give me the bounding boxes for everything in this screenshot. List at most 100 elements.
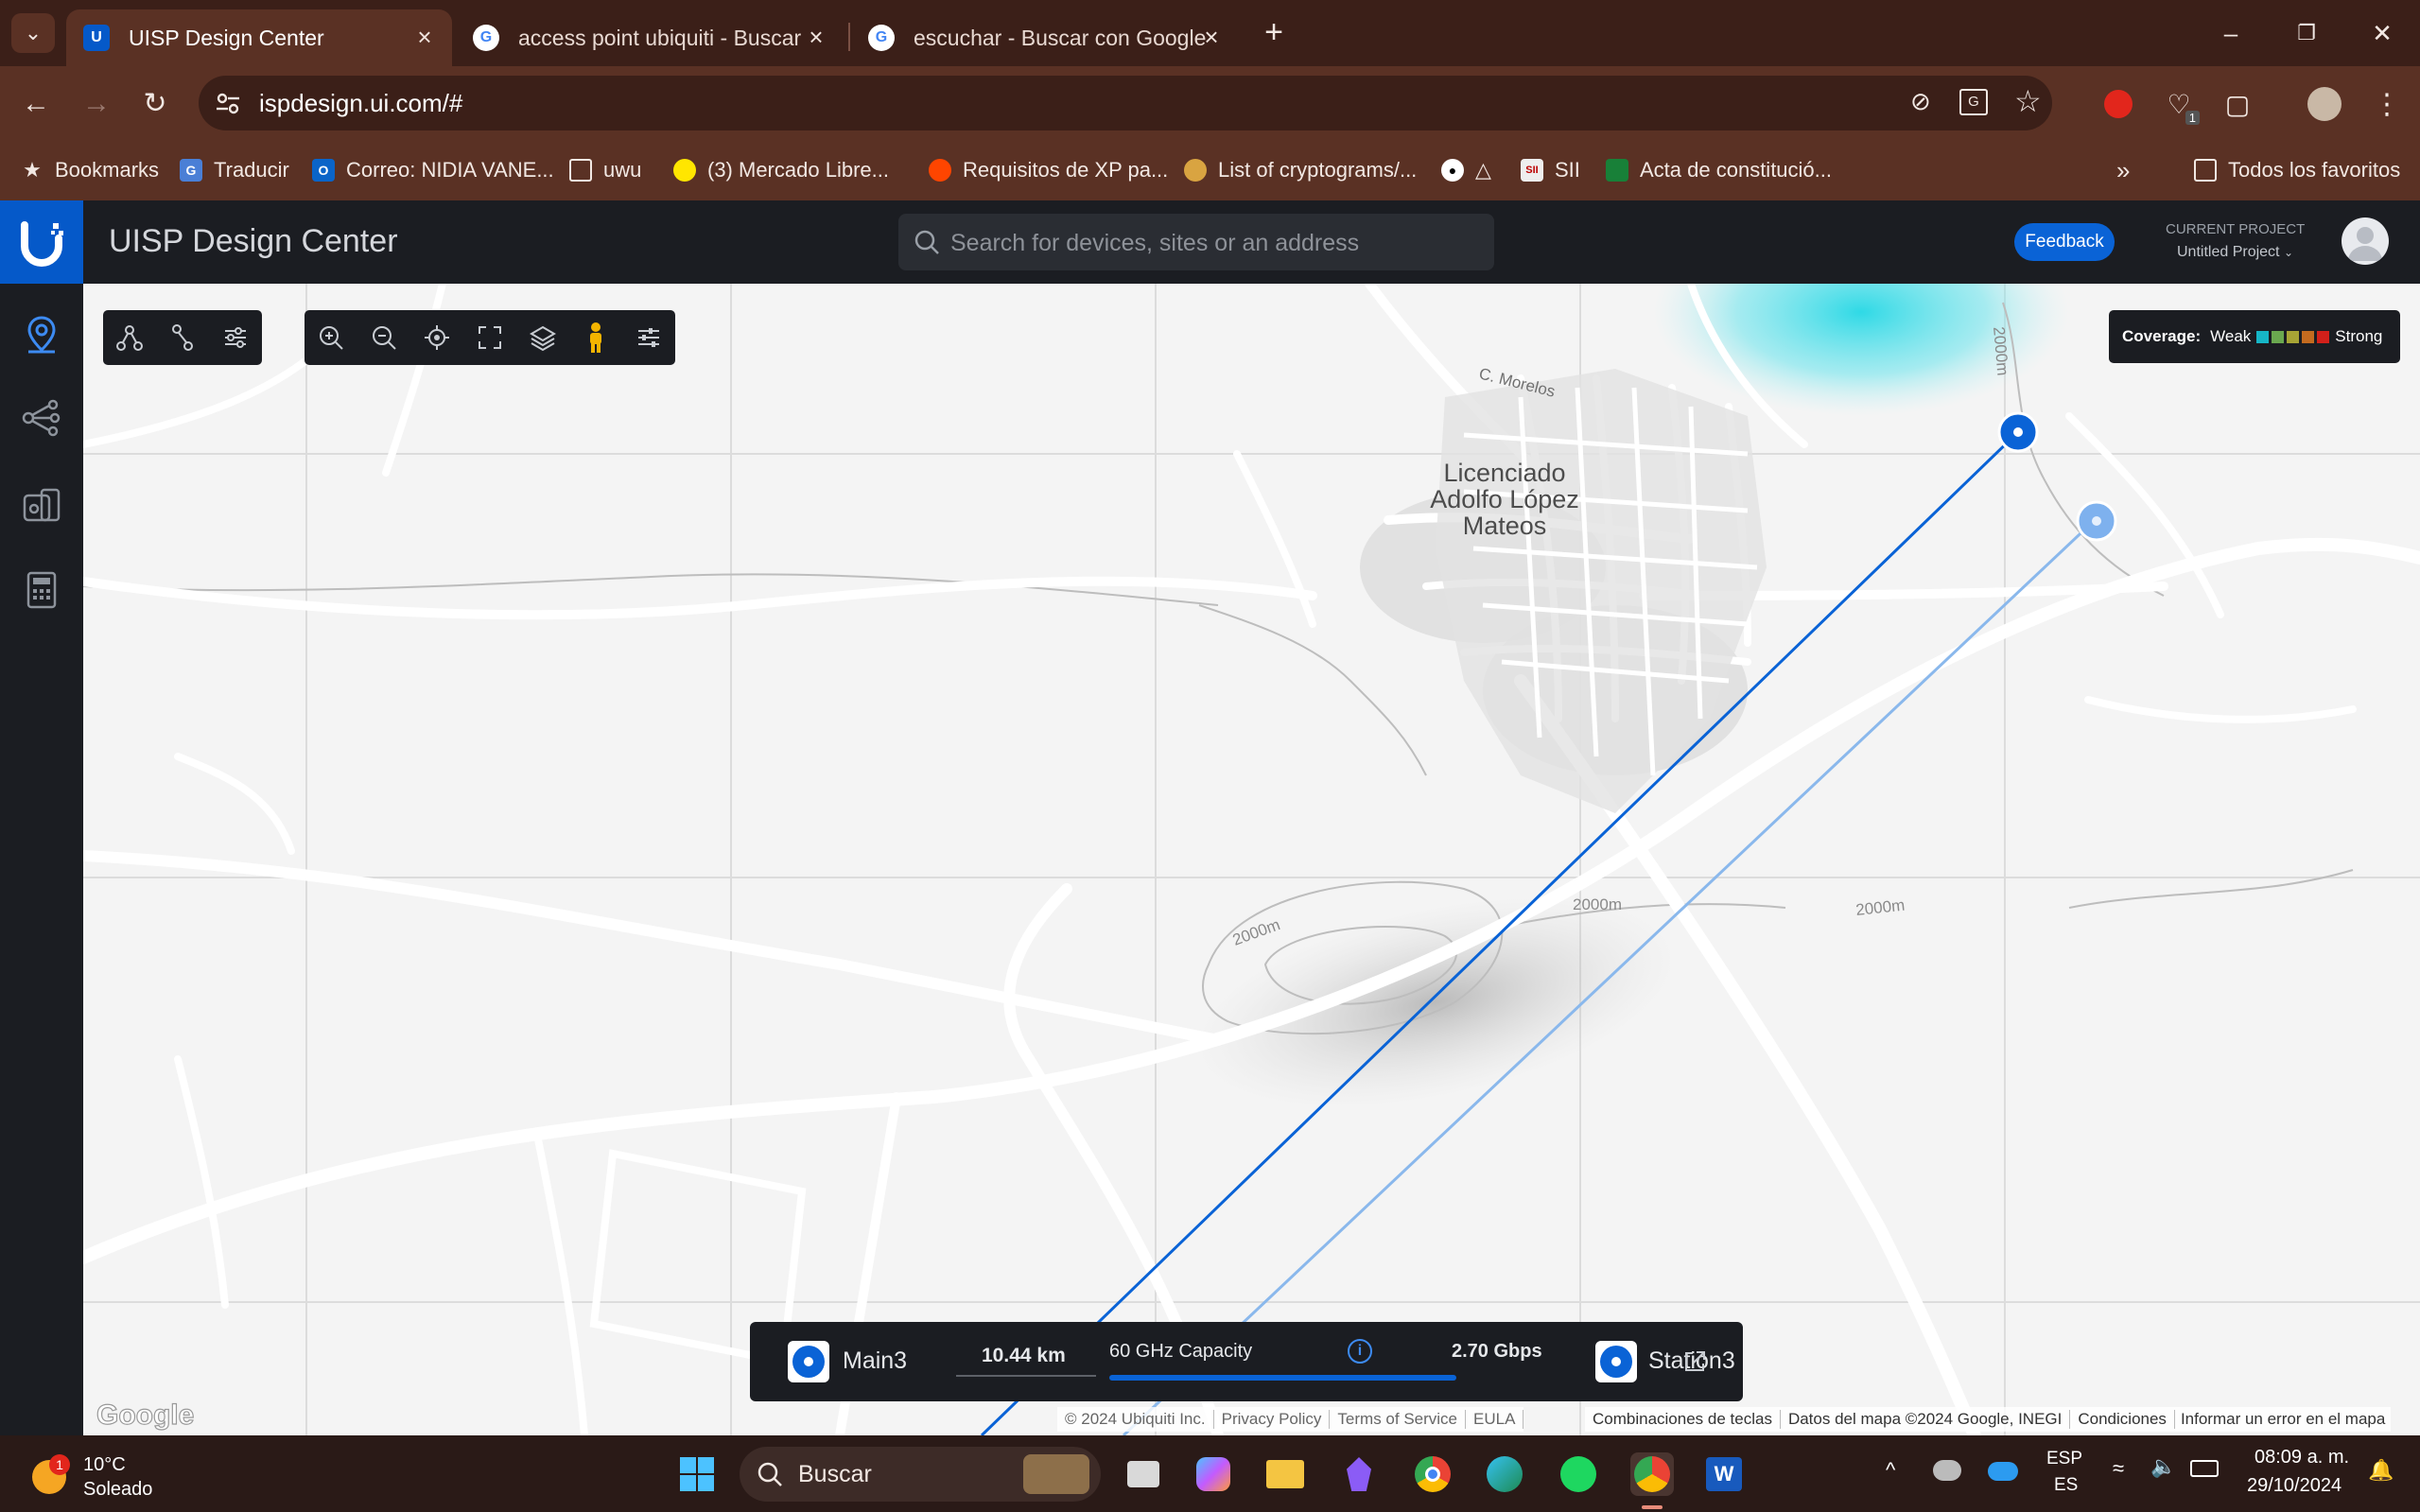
bookmark-item[interactable]: uwu xyxy=(569,151,641,189)
user-avatar[interactable] xyxy=(2342,217,2389,265)
network-tool[interactable] xyxy=(103,310,156,365)
site-info-icon[interactable] xyxy=(214,89,242,117)
bookmark-item[interactable]: G Traducir xyxy=(180,151,289,189)
more-bookmarks-icon[interactable]: » xyxy=(2116,151,2130,189)
wifi-icon[interactable]: ≈ xyxy=(2113,1456,2124,1481)
chrome-icon[interactable] xyxy=(1411,1452,1454,1496)
sii-icon: SII xyxy=(1521,159,1543,182)
eula-link[interactable]: EULA xyxy=(1466,1410,1524,1429)
bookmark-item[interactable]: (3) Mercado Libre... xyxy=(673,151,889,189)
chrome-profile-icon[interactable] xyxy=(1630,1452,1674,1496)
address-bar[interactable]: ispdesign.ui.com/# ⊘ G ☆ xyxy=(199,76,2052,130)
tab-access-point[interactable]: G access point ubiquiti - Buscar co × xyxy=(456,9,844,66)
app-title: UISP Design Center xyxy=(109,223,398,259)
forward-button[interactable]: → xyxy=(76,83,117,125)
zoom-in-button[interactable] xyxy=(305,310,357,365)
minimize-window-button[interactable]: – xyxy=(2207,11,2255,55)
google-favicon: G xyxy=(473,25,499,51)
zoom-out-button[interactable] xyxy=(357,310,410,365)
clock-time[interactable]: 08:09 a. m. xyxy=(2255,1447,2349,1469)
map-search-input[interactable]: Search for devices, sites or an address xyxy=(898,214,1494,270)
close-tab-icon[interactable]: × xyxy=(1199,25,1224,49)
calculator-icon[interactable] xyxy=(19,567,64,613)
map-pin-icon[interactable] xyxy=(19,312,64,357)
device-a-name[interactable]: Main3 xyxy=(843,1347,907,1375)
bookmark-item[interactable]: ● △ xyxy=(1441,151,1491,189)
tab-escuchar[interactable]: G escuchar - Buscar con Google × xyxy=(851,9,1239,66)
language-bottom[interactable]: ES xyxy=(2054,1475,2078,1496)
bookmark-item[interactable]: List of cryptograms/... xyxy=(1184,151,1417,189)
capacity-info-icon[interactable]: i xyxy=(1348,1339,1372,1364)
heart-extension-icon[interactable]: ♡ 1 xyxy=(2158,83,2200,125)
link-tool[interactable] xyxy=(156,310,209,365)
show-hidden-icons[interactable]: ^ xyxy=(1886,1458,1895,1483)
link-distance: 10.44 km xyxy=(982,1345,1066,1366)
word-icon[interactable]: W xyxy=(1702,1452,1746,1496)
devices-icon[interactable] xyxy=(19,480,64,526)
onedrive-icon[interactable] xyxy=(1988,1462,2018,1481)
notification-bell-icon[interactable]: 🔔 xyxy=(2368,1458,2394,1483)
bookmark-item[interactable]: Acta de constitució... xyxy=(1606,151,1832,189)
close-tab-icon[interactable]: × xyxy=(804,25,828,49)
weather-widget[interactable]: 1 10°C Soleado xyxy=(32,1449,221,1502)
location-off-icon[interactable]: ⊘ xyxy=(1910,87,1931,116)
tab-uisp[interactable]: U UISP Design Center × xyxy=(66,9,452,66)
site-marker-station3[interactable] xyxy=(2076,500,2117,542)
filter-tool[interactable] xyxy=(209,310,262,365)
site-marker-main3[interactable] xyxy=(1997,411,2039,453)
map-controls-toolbar xyxy=(305,310,675,365)
task-view-icon[interactable] xyxy=(1122,1452,1165,1496)
open-external-icon[interactable] xyxy=(1681,1348,1708,1375)
obsidian-icon[interactable] xyxy=(1337,1452,1381,1496)
map-settings-button[interactable] xyxy=(622,310,675,365)
user-icon xyxy=(2348,227,2382,261)
edge-icon[interactable] xyxy=(1483,1452,1526,1496)
svg-text:Mateos: Mateos xyxy=(1463,512,1547,540)
bookmark-item[interactable]: SII SII xyxy=(1521,151,1580,189)
browser-menu-icon[interactable]: ⋮ xyxy=(2366,83,2408,125)
keyboard-shortcuts-link[interactable]: Combinaciones de teclas xyxy=(1585,1410,1781,1429)
ubiquiti-u-icon xyxy=(21,221,63,267)
layers-button[interactable] xyxy=(516,310,569,365)
feedback-button[interactable]: Feedback xyxy=(2014,223,2115,261)
windows-start-button[interactable] xyxy=(675,1452,719,1496)
weather-temp: 10°C xyxy=(83,1454,126,1475)
all-bookmarks-folder[interactable]: Todos los favoritos xyxy=(2194,151,2400,189)
fullscreen-button[interactable] xyxy=(463,310,516,365)
file-explorer-icon[interactable] xyxy=(1263,1452,1307,1496)
language-top[interactable]: ESP xyxy=(2046,1449,2082,1469)
tab-search-dropdown-icon[interactable]: ⌄ xyxy=(11,13,55,53)
street-view-button[interactable] xyxy=(569,310,622,365)
taskbar-search[interactable]: Buscar xyxy=(740,1447,1101,1502)
terms-link[interactable]: Terms of Service xyxy=(1330,1410,1467,1429)
profile-avatar[interactable] xyxy=(2304,83,2345,125)
close-tab-icon[interactable]: × xyxy=(412,25,437,49)
bookmark-item[interactable]: Requisitos de XP pa... xyxy=(929,151,1168,189)
terms-conditions-link[interactable]: Condiciones xyxy=(2070,1410,2175,1429)
bookmark-star-icon[interactable]: ☆ xyxy=(2014,83,2042,119)
new-tab-button[interactable]: + xyxy=(1253,11,1295,53)
clock-date[interactable]: 29/10/2024 xyxy=(2247,1475,2342,1497)
bookmark-item[interactable]: O Correo: NIDIA VANE... xyxy=(312,151,554,189)
privacy-policy-link[interactable]: Privacy Policy xyxy=(1214,1410,1331,1429)
copilot-icon[interactable] xyxy=(1192,1452,1235,1496)
ubiquiti-logo[interactable] xyxy=(0,200,83,284)
map-canvas[interactable]: 2000m 2000m 2000m 2000m C. Morelos Licen… xyxy=(83,284,2420,1435)
onedrive-error-icon[interactable] xyxy=(1933,1460,1961,1481)
volume-icon[interactable]: 🔈 xyxy=(2150,1454,2176,1479)
spotify-icon[interactable] xyxy=(1557,1452,1600,1496)
adblock-extension-icon[interactable] xyxy=(2098,83,2139,125)
locate-button[interactable] xyxy=(410,310,463,365)
extensions-puzzle-icon[interactable]: ▢ xyxy=(2217,83,2258,125)
close-window-button[interactable]: ✕ xyxy=(2359,11,2406,55)
restore-window-button[interactable]: ❐ xyxy=(2283,11,2330,55)
back-button[interactable]: ← xyxy=(15,83,57,125)
battery-icon[interactable] xyxy=(2190,1460,2219,1477)
bookmark-item[interactable]: ★ Bookmarks xyxy=(21,151,159,189)
map-grid xyxy=(83,284,2420,1435)
translate-icon[interactable]: G xyxy=(1959,89,1988,115)
reload-button[interactable]: ↻ xyxy=(134,83,176,125)
topology-icon[interactable] xyxy=(19,395,64,441)
current-project-dropdown[interactable]: Untitled Project ⌄ xyxy=(2177,244,2293,261)
report-map-error-link[interactable]: Informar un error en el mapa xyxy=(2175,1410,2391,1429)
